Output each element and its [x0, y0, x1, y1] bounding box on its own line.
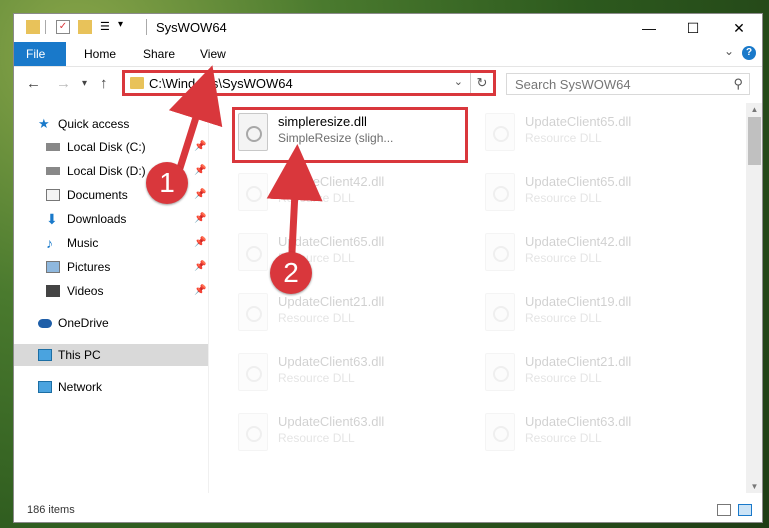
arrow-2 — [266, 144, 323, 256]
arrow-1 — [168, 65, 223, 172]
step-badge-2: 2 — [270, 252, 312, 294]
annotation-arrows — [168, 65, 323, 256]
step-badge-1: 1 — [146, 162, 188, 204]
